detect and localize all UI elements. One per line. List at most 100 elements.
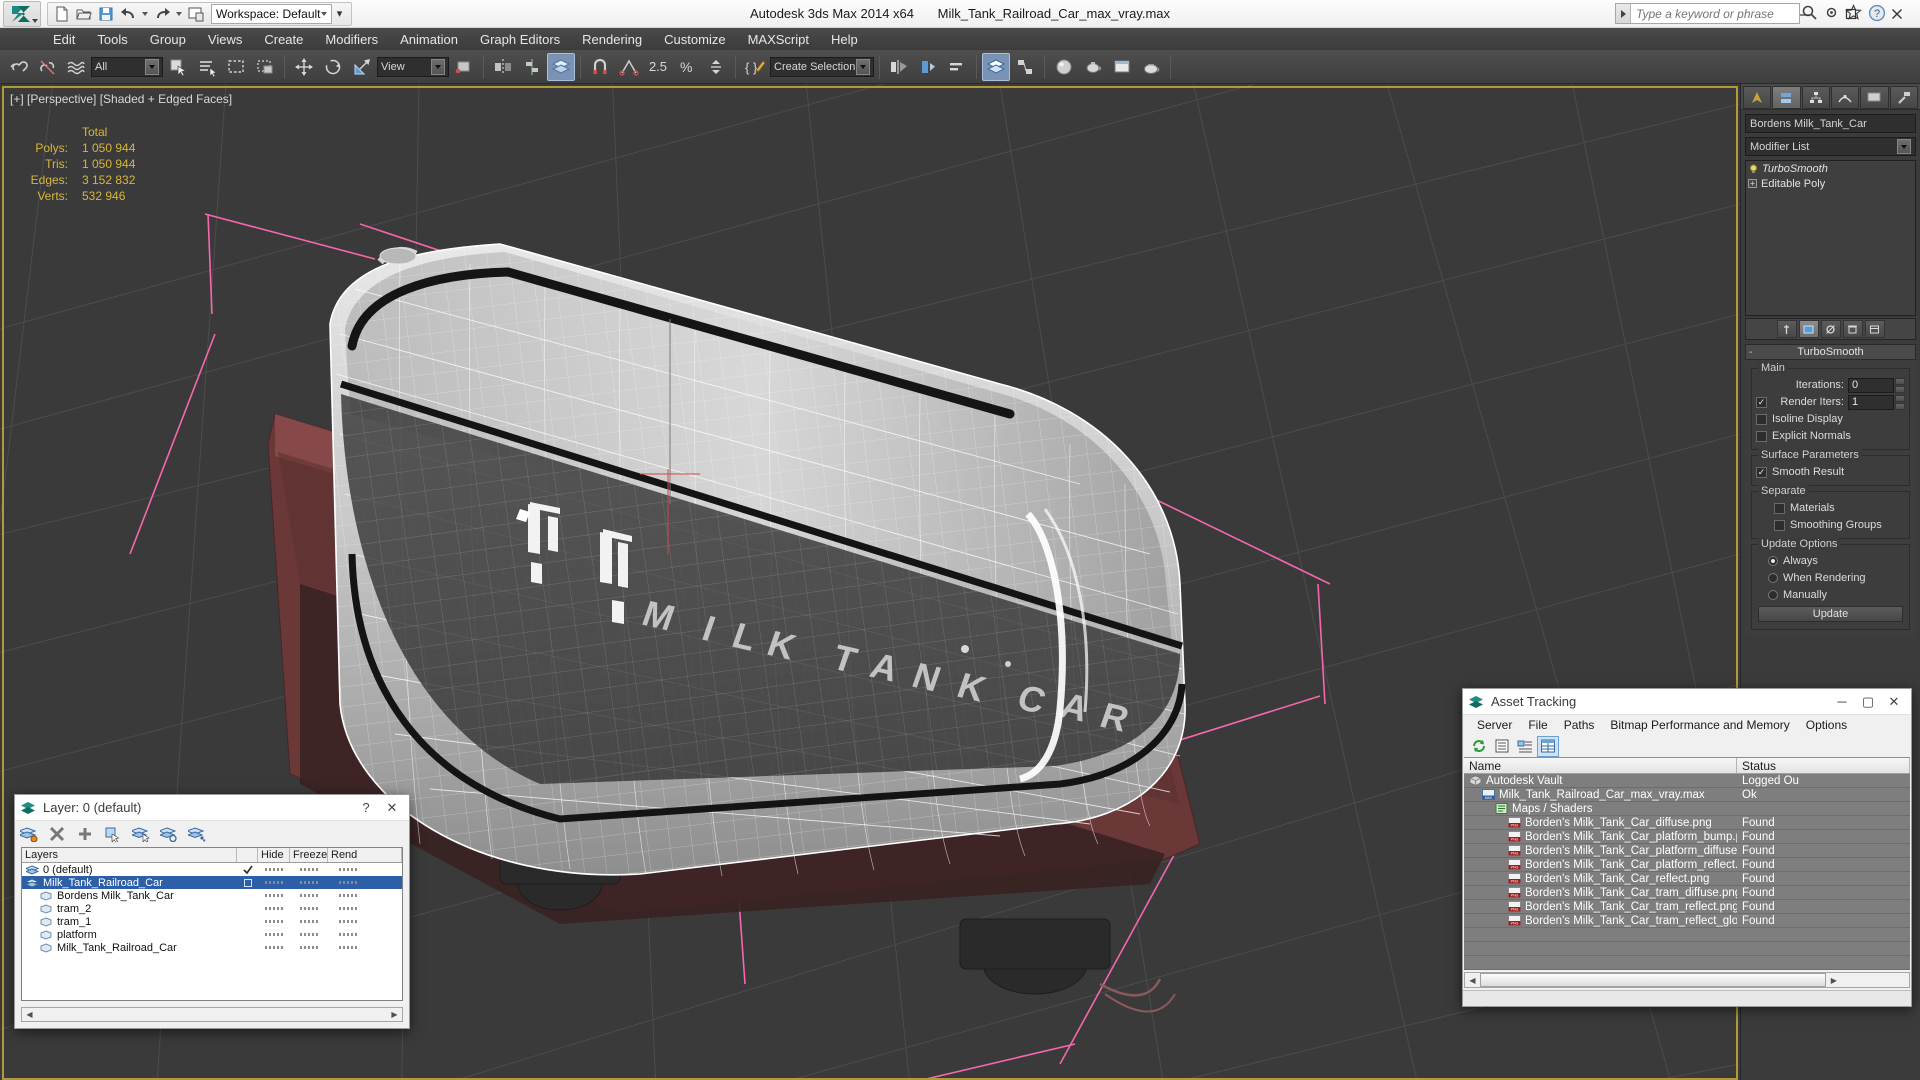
tab-motion[interactable] [1830,86,1860,109]
layer-row-hide-toggle[interactable] [258,881,290,884]
configure-modifier-sets-button[interactable] [1864,320,1885,338]
make-unique-button[interactable] [1820,320,1841,338]
selection-filter-caret[interactable] [145,58,159,75]
always-radio[interactable] [1768,556,1778,566]
menu-item-maxscript[interactable]: MAXScript [737,29,820,50]
tab-create[interactable] [1743,86,1772,109]
asset-scroll-right-icon[interactable]: ▶ [1826,973,1841,987]
select-and-rotate-button[interactable] [319,53,347,81]
tab-hierarchy[interactable] [1801,86,1830,109]
scroll-left-arrow-icon[interactable]: ◀ [22,1008,37,1021]
layer-row-freeze-toggle[interactable] [290,894,328,897]
scroll-track[interactable] [37,1008,387,1021]
render-frame-window-button[interactable] [1108,53,1136,81]
menu-item-customize[interactable]: Customize [653,29,736,50]
new-file-button[interactable] [51,3,73,24]
mirror-geometry-button[interactable] [885,53,913,81]
asset-menu-item-file[interactable]: File [1520,716,1555,734]
align-button[interactable] [518,53,546,81]
show-end-result-button[interactable] [1798,320,1819,338]
menu-item-animation[interactable]: Animation [389,29,469,50]
asset-list-hscrollbar[interactable]: ◀ ▶ [1464,972,1910,988]
select-object-button[interactable] [164,53,192,81]
asset-menu-item-options[interactable]: Options [1798,716,1855,734]
render-iters-spinner[interactable] [1895,394,1905,410]
asset-tracking-close-button[interactable]: ✕ [1881,690,1907,714]
selected-object-name[interactable]: Bordens Milk_Tank_Car [1745,114,1916,133]
angle-snap-toggle-button[interactable] [615,53,643,81]
layer-row[interactable]: Milk_Tank_Railroad_Car [22,876,402,889]
column-layers[interactable]: Layers [22,848,237,862]
refresh-button[interactable] [1469,737,1489,756]
layer-row-freeze-toggle[interactable] [290,946,328,949]
update-button[interactable]: Update [1758,606,1903,622]
layer-row-render-toggle[interactable] [328,946,368,949]
asset-list[interactable]: Name Status Autodesk Vault Logged Ou MAX Mi… [1464,757,1910,970]
layer-row-render-toggle[interactable] [328,907,368,910]
asset-menu-item-server[interactable]: Server [1469,716,1520,734]
menu-item-views[interactable]: Views [197,29,253,50]
search-dropdown-button[interactable] [1616,4,1631,23]
asset-row[interactable]: Autodesk Vault Logged Ou [1464,774,1910,788]
iterations-field[interactable]: 0 [1848,377,1894,393]
layer-list[interactable]: Layers Hide Freeze Rend 0 (default) Milk_… [21,847,403,1001]
maximize-button[interactable] [1828,0,1874,28]
open-file-button[interactable] [73,3,95,24]
smooth-result-checkbox[interactable] [1756,466,1767,478]
asset-menu-item-bitmap-performance-and-memory[interactable]: Bitmap Performance and Memory [1602,716,1797,734]
render-production-button[interactable] [1137,53,1165,81]
menu-item-graph-editors[interactable]: Graph Editors [469,29,571,50]
list-view-button[interactable] [1492,737,1512,756]
asset-row[interactable]: PNG Borden's Milk_Tank_Car_tram_reflect.p… [1464,900,1910,914]
select-highlighted-objects-button[interactable] [131,824,151,844]
explicit-normals-checkbox[interactable] [1756,430,1767,442]
layer-list-hscrollbar[interactable]: ◀ ▶ [21,1007,403,1022]
layer-row-render-toggle[interactable] [328,881,368,884]
layer-properties-button[interactable] [187,824,207,844]
asset-scroll-thumb[interactable] [1480,973,1827,987]
layer-row[interactable]: tram_2 [22,902,402,915]
layer-row-freeze-toggle[interactable] [290,920,328,923]
spinner-snap-button[interactable] [702,53,730,81]
layer-row-render-toggle[interactable] [328,933,368,936]
asset-row[interactable]: PNG Borden's Milk_Tank_Car_tram_reflect_g… [1464,914,1910,928]
modifier-list-combo[interactable]: Modifier List [1745,137,1916,156]
layer-dialog[interactable]: Layer: 0 (default) ? ✕ Layers Hide Freez… [14,794,410,1029]
layer-manager-button[interactable] [547,52,575,81]
window-crossing-toggle[interactable] [251,53,279,81]
menu-item-modifiers[interactable]: Modifiers [314,29,389,50]
when-rendering-radio[interactable] [1768,573,1778,583]
create-new-layer-button[interactable] [19,824,39,844]
layer-row-freeze-toggle[interactable] [290,907,328,910]
layer-row-hide-toggle[interactable] [258,946,290,949]
asset-row[interactable]: PNG Borden's Milk_Tank_Car_reflect.png Fou… [1464,872,1910,886]
stack-item-turbosmooth[interactable]: TurboSmooth [1746,161,1915,176]
viewport-label[interactable]: [+] [Perspective] [Shaded + Edged Faces] [10,92,232,106]
delete-layer-button[interactable] [47,824,67,844]
tab-modify[interactable] [1772,86,1801,109]
expand-plus-icon[interactable]: + [1748,179,1757,188]
light-bulb-icon[interactable] [1748,163,1759,174]
smoothing-groups-row[interactable]: Smoothing Groups [1756,517,1905,533]
column-freeze[interactable]: Freeze [290,848,328,862]
always-row[interactable]: Always [1756,553,1905,569]
undo-button[interactable] [117,3,139,24]
iterations-spinner[interactable] [1895,377,1905,393]
column-render[interactable]: Rend [328,848,402,862]
asset-row[interactable]: MAX Milk_Tank_Railroad_Car_max_vray.max Ok [1464,788,1910,802]
asset-tracking-maximize-button[interactable]: ▢ [1855,690,1881,714]
project-folder-button[interactable] [185,3,207,24]
isoline-display-checkbox[interactable] [1756,413,1767,425]
materials-row[interactable]: Materials [1756,500,1905,516]
stack-item-editable-poly[interactable]: + Editable Poly [1746,176,1915,191]
menu-item-create[interactable]: Create [253,29,314,50]
rectangular-selection-region-button[interactable] [222,53,250,81]
layer-row[interactable]: tram_1 [22,915,402,928]
layer-row-render-toggle[interactable] [328,868,368,871]
close-button[interactable] [1874,0,1920,28]
select-by-name-button[interactable] [193,53,221,81]
modifier-stack[interactable]: TurboSmooth + Editable Poly [1745,160,1916,316]
named-selection-caret[interactable] [856,58,870,75]
when-rendering-row[interactable]: When Rendering [1756,570,1905,586]
select-objects-in-layer-button[interactable] [103,824,123,844]
